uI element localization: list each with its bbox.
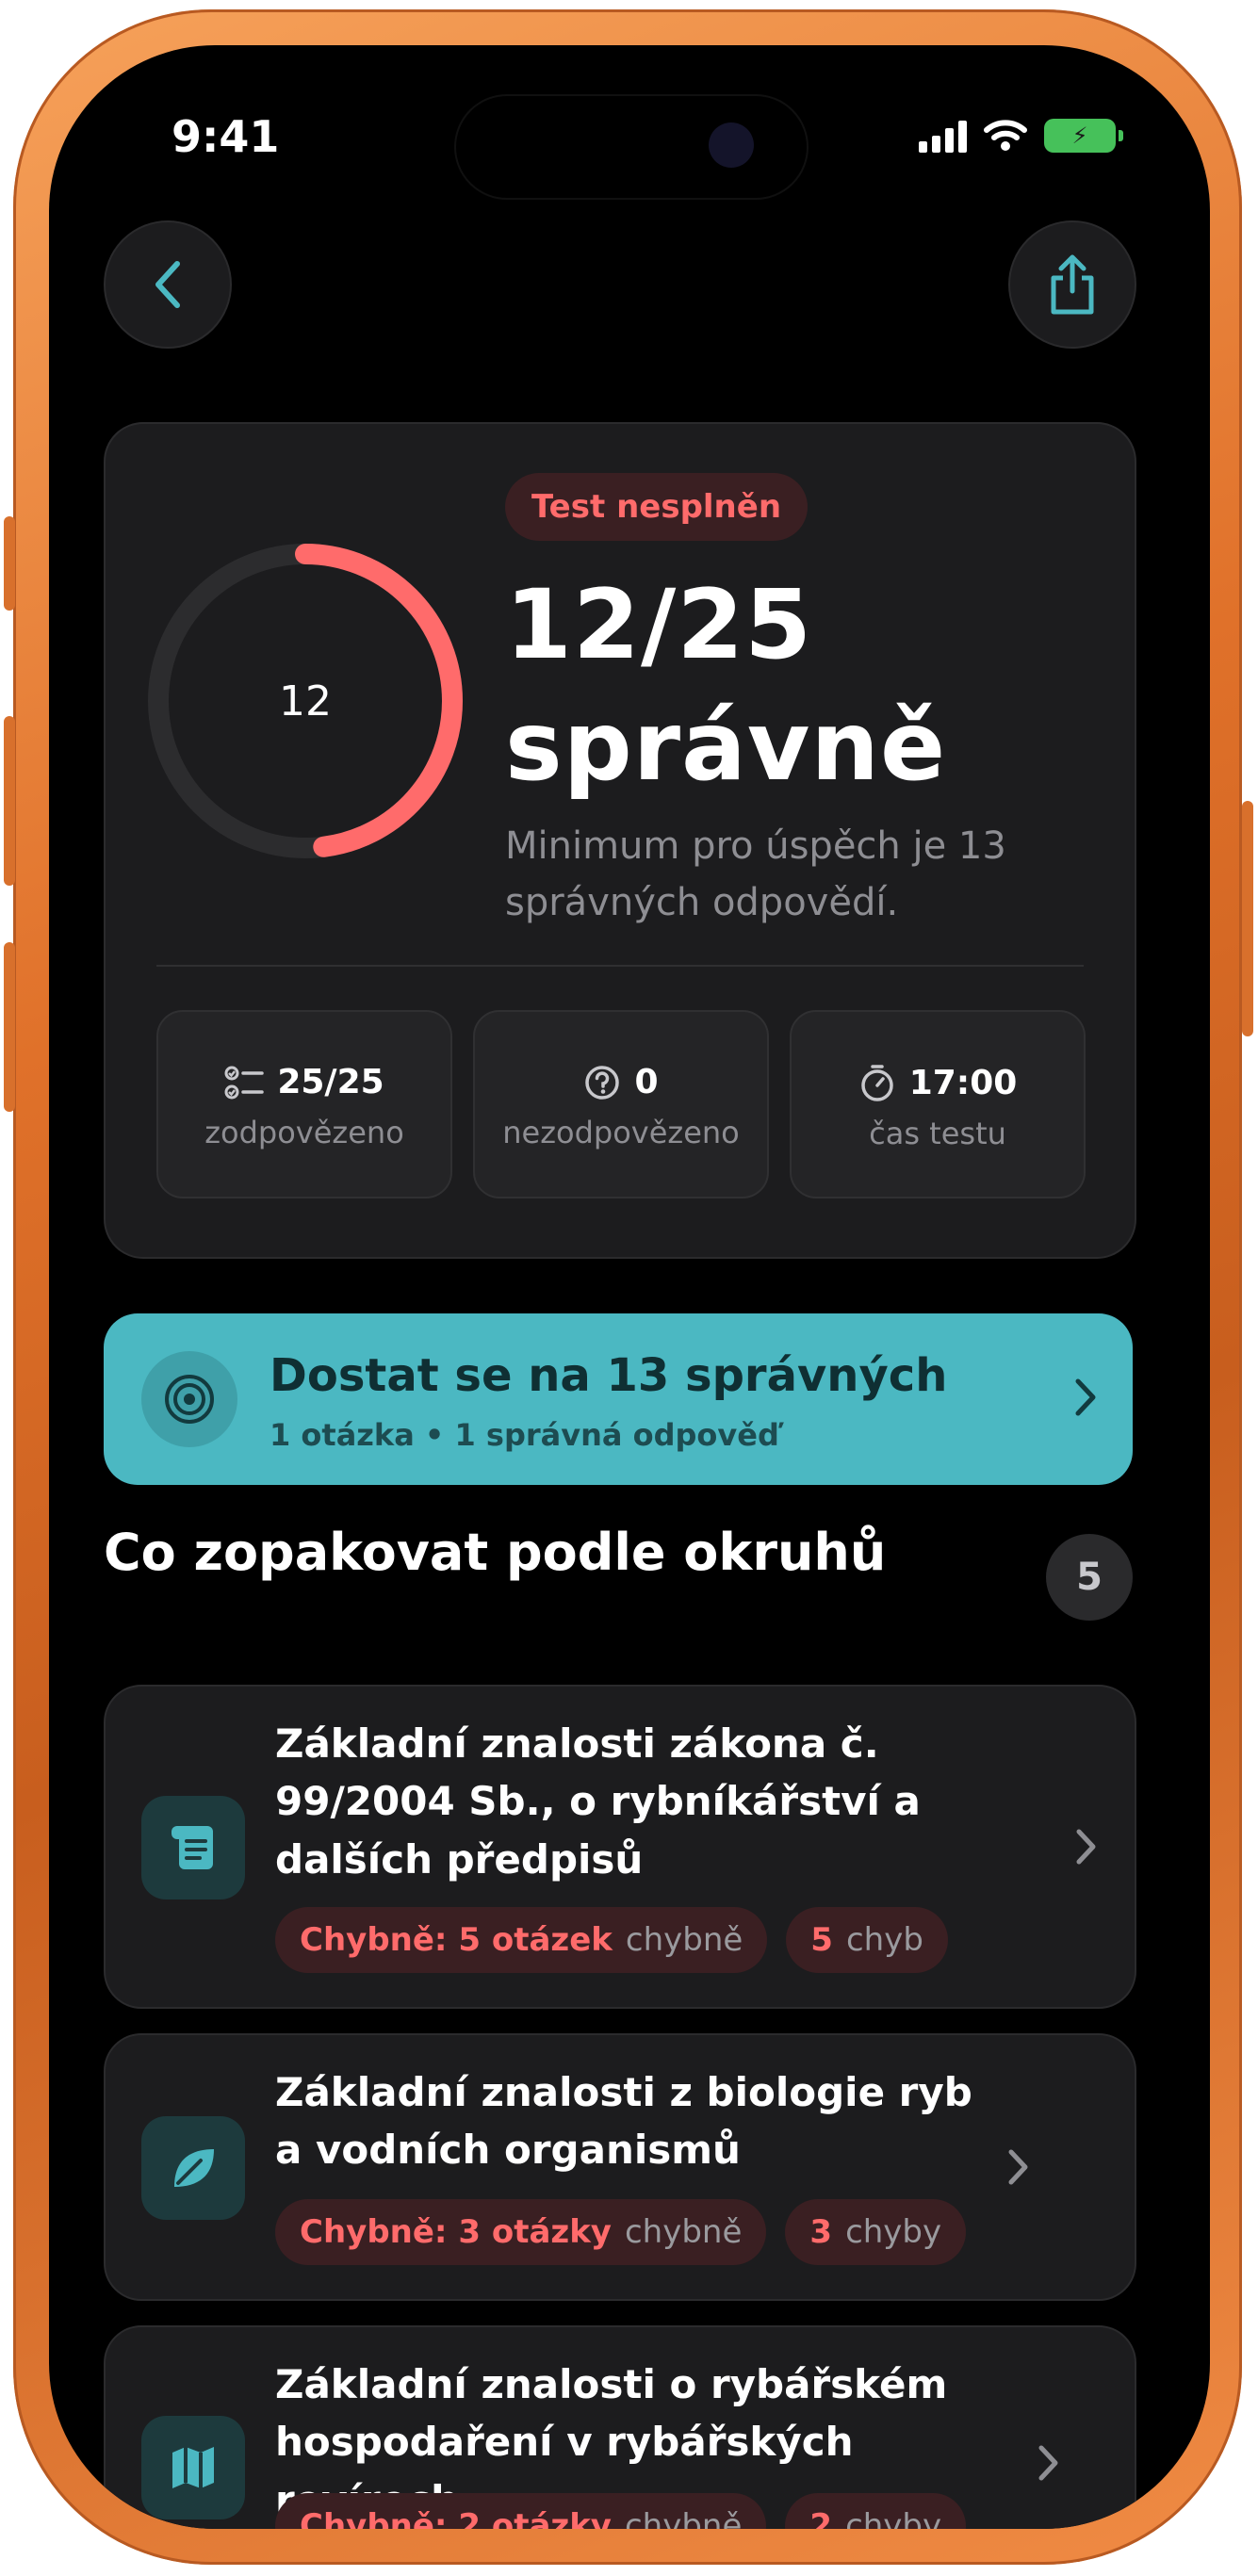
dynamic-island <box>454 94 809 200</box>
stat-label: čas testu <box>869 1116 1006 1151</box>
target-icon <box>165 1375 214 1424</box>
topic-card[interactable]: Základní znalosti zákona č. 99/2004 Sb.,… <box>104 1685 1136 2009</box>
topic-card[interactable]: Základní znalosti o rybářském hospodařen… <box>104 2325 1136 2529</box>
chip-weak: chyby <box>845 2507 942 2529</box>
topic-icon-wrap <box>141 1796 245 1899</box>
signal-icon <box>919 119 967 153</box>
stat-time: 17:00 čas testu <box>790 1010 1086 1198</box>
divider <box>156 965 1084 967</box>
camera-icon <box>709 122 754 168</box>
wifi-icon <box>984 120 1027 151</box>
chip-strong: Chybně: 3 otázky <box>300 2213 612 2251</box>
volume-down-button <box>4 942 15 1112</box>
back-button[interactable] <box>104 220 232 349</box>
battery-icon: ⚡ <box>1044 119 1123 153</box>
leaf-icon <box>174 2149 214 2187</box>
timer-icon <box>860 1065 893 1101</box>
volume-up-button <box>4 716 15 886</box>
chevron-right-icon <box>1008 2149 1028 2185</box>
checklist-icon <box>224 1066 265 1099</box>
topic-chips: Chybně: 5 otázek chybně 5 chyb <box>275 1907 948 1973</box>
error-chip: Chybně: 3 otázky chybně <box>275 2199 767 2265</box>
topic-chips: Chybně: 2 otázky chybně 2 chyby <box>275 2493 967 2529</box>
topic-icon-wrap <box>141 2116 245 2220</box>
chip-strong: 2 <box>809 2507 833 2529</box>
count-chip: 2 chyby <box>785 2493 967 2529</box>
chip-weak: chybně <box>624 2507 743 2529</box>
chevron-left-icon <box>155 261 180 308</box>
stat-label: zodpovězeno <box>204 1115 404 1150</box>
goal-icon-wrap <box>141 1351 237 1447</box>
chip-weak: chyb <box>845 1921 923 1959</box>
stat-unanswered: 0 nezodpovězeno <box>473 1010 769 1198</box>
score-word: správně <box>505 690 947 803</box>
section-title: Co zopakovat podle okruhů <box>104 1523 887 1582</box>
chevron-right-icon <box>1076 1829 1096 1865</box>
score-value: 12/25 <box>505 569 813 681</box>
share-icon <box>1051 254 1094 315</box>
chevron-right-icon <box>1038 2445 1058 2481</box>
topic-chips: Chybně: 3 otázky chybně 3 chyby <box>275 2199 967 2265</box>
chip-weak: chyby <box>845 2213 942 2251</box>
chip-strong: 5 <box>810 1921 833 1959</box>
share-button[interactable] <box>1008 220 1136 349</box>
error-chip: Chybně: 5 otázek chybně <box>275 1907 768 1973</box>
ring-value: 12 <box>279 677 332 726</box>
count-chip: 5 chyb <box>786 1907 948 1973</box>
goal-banner[interactable]: Dostat se na 13 správných 1 otázka • 1 s… <box>104 1313 1133 1485</box>
section-count-badge: 5 <box>1046 1534 1133 1621</box>
status-icons: ⚡ <box>919 119 1123 153</box>
map-icon <box>172 2447 214 2488</box>
status-badge: Test nesplněn <box>505 473 809 541</box>
result-summary-card: 12 Test nesplněn 12/25 správně Minimum p… <box>104 422 1136 1259</box>
screen: 9:41 ⚡ 12 Test nesplněn 12/25 správně Mi… <box>49 45 1210 2529</box>
score-heading: 12/25 správně <box>505 565 946 807</box>
error-chip: Chybně: 2 otázky chybně <box>275 2493 767 2529</box>
stat-value: 0 <box>634 1063 659 1101</box>
status-time: 9:41 <box>172 111 280 162</box>
chip-strong: 3 <box>809 2213 833 2251</box>
chip-weak: chybně <box>625 1921 743 1959</box>
stat-answered: 25/25 zodpovězeno <box>156 1010 452 1198</box>
scroll-icon <box>172 1826 213 1869</box>
topic-icon-wrap <box>141 2416 245 2519</box>
topic-card[interactable]: Základní znalosti z biologie ryb a vodní… <box>104 2033 1136 2301</box>
count-chip: 3 chyby <box>785 2199 967 2265</box>
chip-strong: Chybně: 5 otázek <box>300 1921 613 1959</box>
topic-title: Základní znalosti zákona č. 99/2004 Sb.,… <box>275 1720 921 1883</box>
chevron-right-icon <box>1075 1378 1096 1416</box>
chip-strong: Chybně: 2 otázky <box>300 2507 612 2529</box>
stat-value: 25/25 <box>277 1063 384 1101</box>
power-button <box>1242 801 1253 1036</box>
goal-subtitle: 1 otázka • 1 správná odpověď <box>270 1417 779 1453</box>
action-button <box>4 516 15 611</box>
stat-label: nezodpovězeno <box>502 1115 740 1150</box>
question-circle-icon <box>585 1065 620 1100</box>
goal-title: Dostat se na 13 správných <box>270 1349 948 1402</box>
topic-title: Základní znalosti z biologie ryb a vodní… <box>275 2069 972 2174</box>
stat-value: 17:00 <box>908 1063 1018 1102</box>
minimum-note: Minimum pro úspěch je 13 správných odpov… <box>505 824 1006 924</box>
chip-weak: chybně <box>624 2213 743 2251</box>
